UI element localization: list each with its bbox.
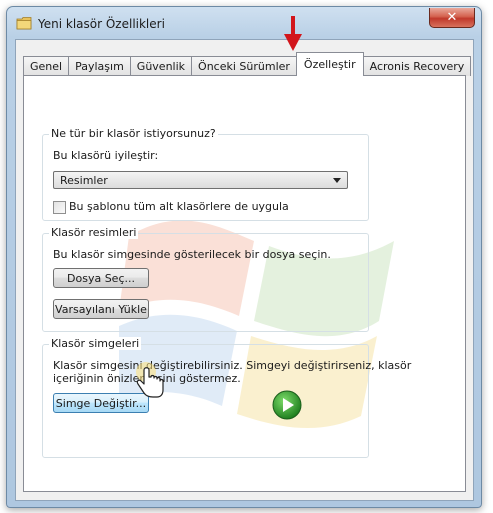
tab-onceki-surumler[interactable]: Önceki Sürümler [191,56,297,76]
restore-default-button-label: Varsayılanı Yükle [55,302,147,316]
optimize-dropdown-value: Resimler [60,173,108,187]
play-icon [272,390,302,420]
properties-window: Yeni klasör Özellikleri ✕ Genel Paylaşım… [6,6,482,508]
window-title: Yeni klasör Özellikleri [38,17,165,31]
folder-type-group: Ne tür bir klasör istiyorsunuz? Bu klasö… [42,127,369,221]
title-bar[interactable]: Yeni klasör Özellikleri ✕ [7,7,481,39]
folder-pictures-group: Klasör resimleri Bu klasör simgesinde gö… [42,226,369,332]
customize-panel: Ne tür bir klasör istiyorsunuz? Bu klasö… [23,75,466,492]
tab-genel[interactable]: Genel [23,56,70,76]
apply-subfolders-label: Bu şablonu tüm alt klasörlere de uygula [69,200,289,213]
folder-icon [16,17,32,30]
choose-file-button-label: Dosya Seç... [67,271,135,285]
hand-cursor-icon [136,362,164,398]
tab-strip: Genel Paylaşım Güvenlik Önceki Sürümler … [23,52,472,76]
folder-pictures-description: Bu klasör simgesinde gösterilecek bir do… [53,248,331,261]
apply-subfolders-checkbox[interactable] [53,201,66,214]
tab-paylasim[interactable]: Paylaşım [68,56,131,76]
chevron-down-icon [333,178,341,183]
choose-file-button[interactable]: Dosya Seç... [53,268,149,288]
dialog-client-area: Genel Paylaşım Güvenlik Önceki Sürümler … [15,39,474,501]
folder-icons-group-title: Klasör simgeleri [49,337,142,350]
tab-guvenlik[interactable]: Güvenlik [129,56,193,76]
folder-pictures-group-title: Klasör resimleri [49,226,139,239]
folder-icons-description-line1: Klasör simgesini değiştirebilirsiniz. Si… [53,359,412,372]
tab-ozellestir[interactable]: Özelleştir [295,52,364,76]
close-icon: ✕ [446,10,458,25]
restore-default-button[interactable]: Varsayılanı Yükle [53,299,149,319]
close-button[interactable]: ✕ [429,8,475,28]
red-arrow-icon [284,16,302,51]
optimize-label: Bu klasörü iyileştir: [53,149,159,162]
folder-type-group-title: Ne tür bir klasör istiyorsunuz? [49,127,218,140]
folder-icons-group: Klasör simgeleri Klasör simgesini değişt… [42,337,411,458]
optimize-dropdown[interactable]: Resimler [53,171,348,189]
tab-acronis-recovery[interactable]: Acronis Recovery [362,56,472,76]
